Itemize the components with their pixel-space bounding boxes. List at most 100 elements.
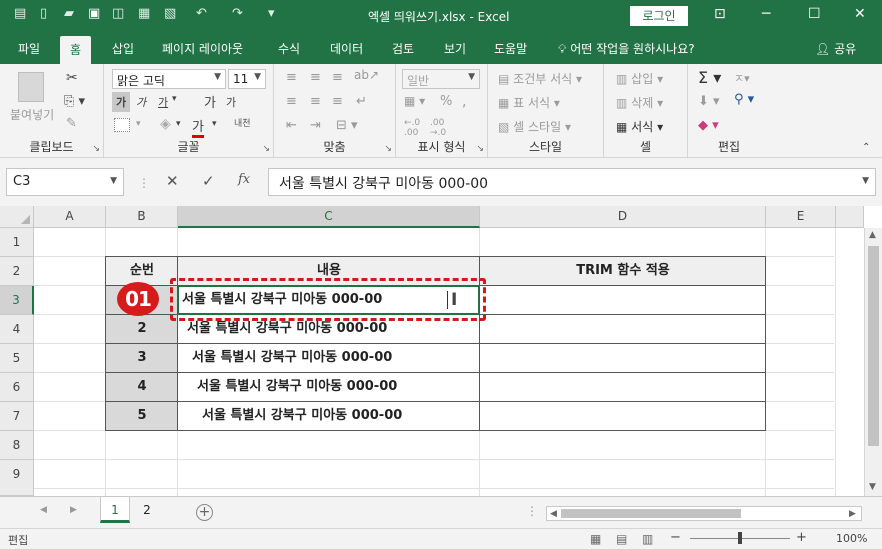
select-all-corner[interactable] [0, 206, 34, 228]
column-header-b[interactable]: B [106, 206, 178, 228]
customize-icon[interactable]: ▾ [268, 6, 275, 21]
insert-cells-button[interactable]: ▥ 삽입 ▾ [616, 70, 663, 87]
row-header-7[interactable]: 7 [0, 402, 34, 431]
font-color-dropdown-icon[interactable]: ▾ [212, 119, 217, 129]
sheet-tab-1[interactable]: 1 [100, 497, 130, 523]
tab-data[interactable]: 데이터 [330, 40, 363, 57]
normal-view-icon[interactable]: ▦ [590, 532, 601, 546]
conditional-format-button[interactable]: ▤ 조건부 서식 ▾ [498, 70, 582, 87]
expand-formula-icon[interactable]: ▼ [862, 176, 869, 186]
border-dropdown-icon[interactable]: ▾ [136, 119, 141, 129]
formula-input[interactable]: 서울 특별시 강북구 미아동 000-00 ▼ [268, 168, 876, 196]
tab-split-handle[interactable]: ⋮ [526, 504, 538, 518]
content-cell[interactable]: 서울 특별시 강북구 미아동 000-00 [197, 373, 397, 402]
column-header-f[interactable] [836, 206, 864, 228]
font-size-select[interactable]: 11 ▼ [228, 69, 266, 89]
page-break-view-icon[interactable]: ▥ [642, 532, 653, 546]
login-button[interactable]: 로그인 [630, 6, 688, 26]
font-name-select[interactable]: 맑은 고딕 ▼ [112, 69, 226, 89]
format-painter-icon[interactable]: ✎ [66, 116, 77, 131]
prev-sheet-icon[interactable]: ◀ [40, 505, 47, 515]
autosum-icon[interactable]: Σ ▾ [698, 68, 721, 87]
number-format-select[interactable]: 일반 ▼ [402, 69, 480, 89]
index-cell[interactable]: 4 [106, 373, 178, 402]
zoom-level[interactable]: 100% [836, 532, 867, 545]
border-icon[interactable] [114, 118, 130, 132]
fill-dropdown-icon[interactable]: ▾ [176, 119, 181, 129]
name-box[interactable]: C3 ▼ [6, 168, 124, 196]
paste-icon[interactable] [18, 72, 44, 102]
index-cell[interactable]: 2 [106, 315, 178, 344]
horizontal-scrollbar[interactable]: ◀ ▶ [546, 506, 862, 521]
format-cells-button[interactable]: ▦ 서식 ▾ [616, 118, 663, 135]
scroll-left-icon[interactable]: ◀ [550, 509, 557, 519]
grow-font-button[interactable]: 가 [204, 92, 216, 111]
header-cell-trim[interactable]: TRIM 함수 적용 [480, 257, 766, 286]
tell-me-search[interactable]: 💡︎ 어떤 작업을 원하시나요? [558, 40, 695, 57]
font-color-button[interactable]: 가 [192, 116, 204, 138]
percent-icon[interactable]: % [440, 94, 452, 109]
underline-dropdown-icon[interactable]: ▾ [172, 94, 177, 104]
scroll-thumb[interactable] [561, 509, 741, 518]
column-header-e[interactable]: E [766, 206, 836, 228]
cancel-icon[interactable]: ✕ [166, 172, 179, 190]
row-header-9[interactable]: 9 [0, 460, 34, 496]
share-button[interactable]: 👤︎ 공유 [815, 40, 856, 57]
undo-icon[interactable]: ↶ [196, 6, 207, 21]
clear-icon[interactable]: ◆ ▾ [698, 118, 719, 133]
scroll-right-icon[interactable]: ▶ [849, 509, 856, 519]
enter-icon[interactable]: ✓ [202, 172, 215, 190]
bold-button[interactable]: 가 [112, 92, 131, 112]
copy-icon[interactable]: ⎘ ▾ [64, 94, 85, 109]
row-header-6[interactable]: 6 [0, 373, 34, 402]
index-cell[interactable]: 3 [106, 344, 178, 373]
next-sheet-icon[interactable]: ▶ [70, 505, 77, 515]
row-header-5[interactable]: 5 [0, 344, 34, 373]
align-center-icon[interactable]: ≡ [310, 94, 321, 109]
page-layout-view-icon[interactable]: ▤ [616, 532, 627, 546]
quick-print-icon[interactable]: ▧ [164, 6, 176, 21]
row-header-2[interactable]: 2 [0, 257, 34, 286]
preview-icon[interactable]: ◫ [112, 6, 124, 21]
dialog-launcher-icon[interactable]: ↘ [384, 144, 392, 154]
dialog-launcher-icon[interactable]: ↘ [476, 144, 484, 154]
content-cell[interactable]: 서울 특별시 강북구 미아동 000-00 [202, 402, 402, 431]
close-icon[interactable]: ✕ [854, 6, 866, 22]
increase-decimal-icon[interactable]: ←.0.00 [404, 118, 420, 138]
dialog-launcher-icon[interactable]: ↘ [262, 144, 270, 154]
shrink-font-button[interactable]: 가 [226, 94, 236, 110]
ribbon-display-icon[interactable]: ⊡ [714, 6, 726, 22]
tab-home[interactable]: 홈 [60, 36, 92, 64]
content-cell[interactable]: 서울 특별시 강북구 미아동 000-00 [192, 344, 392, 373]
comma-icon[interactable]: , [462, 94, 466, 110]
tab-insert[interactable]: 삽입 [112, 40, 134, 57]
align-bottom-icon[interactable]: ≡ [332, 70, 343, 85]
accounting-icon[interactable]: ▦ ▾ [404, 94, 425, 108]
column-header-c[interactable]: C [178, 206, 480, 228]
minimize-icon[interactable]: ─ [762, 6, 770, 22]
align-left-icon[interactable]: ≡ [286, 94, 297, 109]
cut-icon[interactable]: ✂ [66, 70, 78, 86]
scroll-up-icon[interactable]: ▲ [869, 230, 876, 240]
align-middle-icon[interactable]: ≡ [310, 70, 321, 85]
zoom-out-icon[interactable]: − [670, 530, 681, 545]
find-select-icon[interactable]: ⚲ ▾ [734, 92, 754, 107]
increase-indent-icon[interactable]: ⇥ [310, 118, 321, 133]
row-header-4[interactable]: 4 [0, 315, 34, 344]
underline-button[interactable]: 가 [158, 94, 168, 110]
italic-button[interactable]: 가 [136, 94, 146, 110]
tab-file[interactable]: 파일 [18, 40, 40, 57]
tab-review[interactable]: 검토 [392, 40, 414, 57]
column-header-d[interactable]: D [480, 206, 766, 228]
scroll-thumb[interactable] [868, 246, 879, 446]
vertical-scrollbar[interactable]: ▲ ▼ [864, 228, 882, 496]
row-header-8[interactable]: 8 [0, 431, 34, 460]
paste-button[interactable]: 붙여넣기 [10, 106, 54, 123]
redo-icon[interactable]: ↷ [232, 6, 243, 21]
row-header-1[interactable]: 1 [0, 228, 34, 257]
open-icon[interactable]: ▰ [64, 6, 74, 21]
fill-color-icon[interactable]: ◈ [160, 116, 171, 132]
tab-page-layout[interactable]: 페이지 레이아웃 [162, 40, 243, 57]
cell-styles-button[interactable]: ▧ 셀 스타일 ▾ [498, 118, 571, 135]
dialog-launcher-icon[interactable]: ↘ [92, 144, 100, 154]
